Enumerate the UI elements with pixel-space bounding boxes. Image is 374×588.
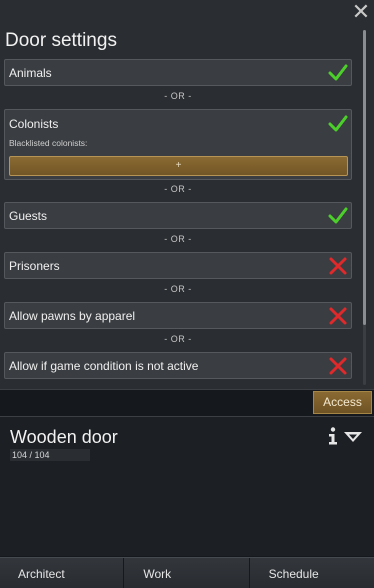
filter-row-apparel[interactable]: Allow pawns by apparel bbox=[4, 302, 352, 329]
filter-row-guests[interactable]: Guests bbox=[4, 202, 352, 229]
info-icon[interactable] bbox=[327, 427, 339, 445]
schedule-tab-button[interactable]: Schedule bbox=[249, 558, 374, 588]
or-separator: - OR - bbox=[164, 184, 192, 194]
access-tab-button[interactable]: Access bbox=[313, 391, 372, 414]
hit-points-bar: 104 / 104 bbox=[10, 449, 90, 461]
close-button[interactable]: ✕ bbox=[351, 1, 371, 23]
check-icon[interactable] bbox=[328, 206, 348, 226]
panel-title: Door settings bbox=[5, 30, 117, 51]
scrollbar-thumb[interactable] bbox=[363, 30, 366, 325]
blacklist-label: Blacklisted colonists: bbox=[9, 138, 88, 148]
filter-row-colonists[interactable]: Colonists Blacklisted colonists: + bbox=[4, 109, 352, 180]
door-settings-panel: ✕ Door settings Animals - OR - Colonists… bbox=[0, 0, 374, 390]
hit-points-text: 104 / 104 bbox=[12, 450, 50, 460]
filter-row-label: Guests bbox=[9, 209, 48, 223]
cross-icon[interactable] bbox=[328, 306, 348, 326]
scrollbar[interactable] bbox=[363, 30, 366, 385]
filter-row-label: Allow if game condition is not active bbox=[9, 359, 199, 373]
or-separator: - OR - bbox=[164, 234, 192, 244]
work-tab-button[interactable]: Work bbox=[124, 558, 250, 588]
inspect-pane: Wooden door 104 / 104 bbox=[0, 416, 374, 556]
check-icon[interactable] bbox=[328, 63, 348, 83]
architect-tab-button[interactable]: Architect bbox=[0, 558, 125, 588]
filter-row-game-condition[interactable]: Allow if game condition is not active bbox=[4, 352, 352, 379]
filter-row-animals[interactable]: Animals bbox=[4, 59, 352, 86]
filter-row-label: Colonists bbox=[9, 117, 59, 131]
selected-object-title: Wooden door bbox=[10, 427, 118, 447]
filter-row-prisoners[interactable]: Prisoners bbox=[4, 252, 352, 279]
filter-row-label: Animals bbox=[9, 66, 52, 80]
or-separator: - OR - bbox=[164, 334, 192, 344]
cross-icon[interactable] bbox=[328, 256, 348, 276]
collapse-icon[interactable] bbox=[343, 431, 363, 443]
add-blacklist-button[interactable]: + bbox=[9, 156, 348, 176]
check-icon[interactable] bbox=[328, 114, 348, 134]
cross-icon[interactable] bbox=[328, 356, 348, 376]
or-separator: - OR - bbox=[164, 91, 192, 101]
main-tab-bar: Architect Work Schedule bbox=[0, 557, 374, 588]
or-separator: - OR - bbox=[164, 284, 192, 294]
filter-row-label: Prisoners bbox=[9, 259, 60, 273]
filter-row-label: Allow pawns by apparel bbox=[9, 309, 136, 323]
